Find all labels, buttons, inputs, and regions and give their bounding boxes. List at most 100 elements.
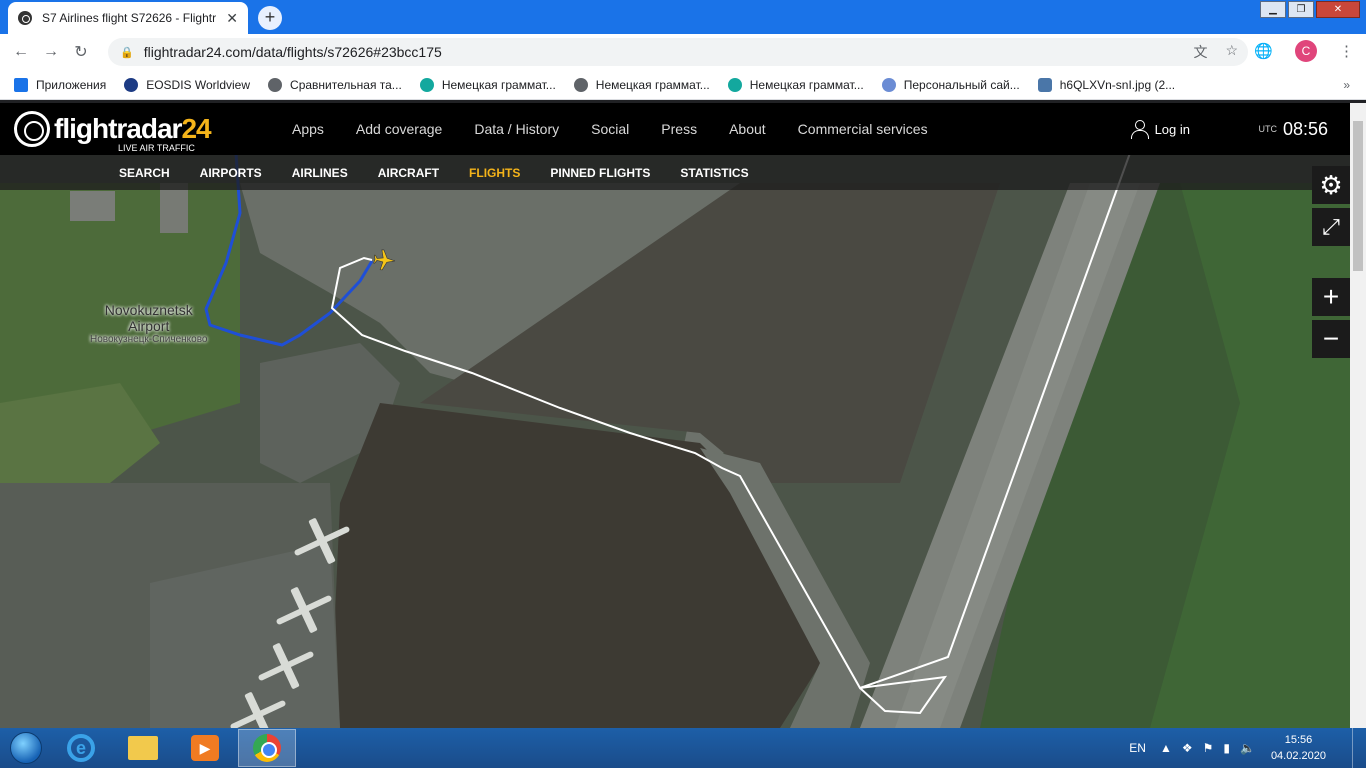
globe-icon: [268, 77, 283, 92]
address-bar[interactable]: 🔒 flightradar24.com/data/flights/s72626#…: [108, 38, 1248, 66]
bookmark-label: Немецкая граммат...: [595, 77, 710, 92]
url-text[interactable]: flightradar24.com/data/flights/s72626#23…: [144, 44, 442, 60]
tab-title: S7 Airlines flight S72626 - Flightr: [42, 11, 217, 25]
main-nav: Apps Add coverage Data / History Social …: [276, 103, 944, 155]
profile-avatar[interactable]: C: [1295, 40, 1317, 62]
translate-icon[interactable]: 文: [1193, 42, 1207, 62]
menu-icon[interactable]: ⋮: [1339, 42, 1354, 60]
subnav-aircraft[interactable]: AIRCRAFT: [378, 166, 439, 180]
internet-explorer-icon: e: [67, 734, 95, 762]
scrollbar-thumb[interactable]: [1353, 121, 1363, 271]
apps-grid-icon: [14, 77, 28, 92]
restore-button[interactable]: ❐: [1288, 1, 1314, 18]
bookmark-item[interactable]: Персональный сай...: [881, 77, 1020, 92]
fr24-logo[interactable]: flightradar24 LIVE AIR TRAFFIC: [14, 109, 212, 153]
fullscreen-icon[interactable]: ⤢: [1312, 208, 1350, 246]
utc-clock: UTC 08:56: [1258, 103, 1328, 155]
bookmark-label: Немецкая граммат...: [749, 77, 864, 92]
subnav-search[interactable]: SEARCH: [119, 166, 170, 180]
login-label: Log in: [1154, 121, 1190, 137]
shield-icon: [881, 77, 896, 92]
subnav-flights[interactable]: FLIGHTS: [469, 166, 520, 180]
language-indicator[interactable]: EN: [1129, 741, 1146, 755]
site-icon: [419, 77, 434, 92]
bookmark-label: Сравнительная та...: [290, 77, 402, 92]
bookmark-item[interactable]: Сравнительная та...: [268, 77, 402, 92]
nav-apps[interactable]: Apps: [292, 121, 324, 137]
globe-icon[interactable]: 🌐: [1254, 42, 1273, 60]
sub-nav: SEARCH AIRPORTS AIRLINES AIRCRAFT FLIGHT…: [0, 155, 1350, 190]
taskbar-media-player[interactable]: ▶: [176, 729, 234, 767]
page-scrollbar[interactable]: [1350, 103, 1366, 728]
bookmark-label: h6QLXVn-snI.jpg (2...: [1059, 77, 1176, 92]
nav-about[interactable]: About: [729, 121, 766, 137]
satellite-map[interactable]: [0, 103, 1350, 728]
site-icon: [727, 77, 742, 92]
nasa-icon: [124, 77, 139, 92]
forward-icon[interactable]: →: [36, 43, 66, 61]
bookmark-item[interactable]: h6QLXVn-snI.jpg (2...: [1037, 77, 1176, 92]
subnav-pinned-flights[interactable]: PINNED FLIGHTS: [550, 166, 650, 180]
bookmarks-more-icon[interactable]: »: [1343, 78, 1350, 92]
nav-data-history[interactable]: Data / History: [474, 121, 559, 137]
bookmark-item[interactable]: Немецкая граммат...: [419, 77, 556, 92]
login-button[interactable]: Log in: [1130, 103, 1190, 155]
logo-text: flightradar24: [54, 113, 212, 144]
airport-name-line1: Novokuznetsk: [104, 302, 193, 318]
taskbar-clock[interactable]: 15:56 04.02.2020: [1271, 732, 1326, 764]
reload-icon[interactable]: ↻: [66, 42, 96, 62]
dropbox-icon[interactable]: ❖: [1182, 741, 1193, 755]
bookmark-item[interactable]: Приложения: [14, 77, 107, 92]
back-icon[interactable]: ←: [6, 43, 36, 61]
bookmarks-bar: Приложения EOSDIS Worldview Сравнительна…: [0, 70, 1366, 100]
nav-commercial-services[interactable]: Commercial services: [798, 121, 928, 137]
user-icon: [1130, 120, 1149, 139]
taskbar-internet-explorer[interactable]: e: [52, 729, 110, 767]
zoom-in-button[interactable]: +: [1312, 278, 1350, 316]
bookmark-item[interactable]: Немецкая граммат...: [727, 77, 864, 92]
flightradar-favicon-icon: [18, 11, 32, 25]
logo-subtitle: LIVE AIR TRAFFIC: [118, 143, 195, 153]
bookmark-star-icon[interactable]: ☆: [1225, 42, 1238, 62]
globe-icon: [573, 77, 588, 92]
windows-taskbar: e ▶ EN ▲ ❖ ⚑ ▮ 🔈 15:56 04.02.2020: [0, 728, 1366, 768]
new-tab-button[interactable]: +: [258, 6, 282, 30]
bookmark-item[interactable]: EOSDIS Worldview: [124, 77, 251, 92]
taskbar-explorer[interactable]: [114, 729, 172, 767]
tab-close-icon[interactable]: ✕: [226, 10, 238, 27]
tab-strip: S7 Airlines flight S72626 - Flightr ✕ + …: [0, 0, 1366, 34]
flightradar-page: Novokuznetsk Airport Новокузнецк-Спиченк…: [0, 103, 1350, 728]
taskbar-chrome[interactable]: [238, 729, 296, 767]
airport-label[interactable]: Novokuznetsk Airport Новокузнецк-Спиченк…: [90, 302, 207, 345]
network-signal-icon[interactable]: ▮: [1223, 741, 1230, 755]
settings-gear-icon[interactable]: ⚙: [1312, 166, 1350, 204]
taskbar-date: 04.02.2020: [1270, 750, 1326, 762]
radar-logo-icon: [14, 111, 50, 147]
nav-press[interactable]: Press: [661, 121, 697, 137]
nav-social[interactable]: Social: [591, 121, 629, 137]
start-button[interactable]: [0, 728, 52, 768]
bookmark-label: EOSDIS Worldview: [146, 77, 251, 92]
subnav-statistics[interactable]: STATISTICS: [680, 166, 748, 180]
bookmark-label: Немецкая граммат...: [441, 77, 556, 92]
volume-icon[interactable]: 🔈: [1240, 741, 1255, 755]
nav-add-coverage[interactable]: Add coverage: [356, 121, 442, 137]
bookmark-label: Персональный сай...: [903, 77, 1020, 92]
lock-icon[interactable]: 🔒: [120, 46, 134, 59]
zoom-out-button[interactable]: −: [1312, 320, 1350, 358]
minimize-button[interactable]: ▁: [1260, 1, 1286, 18]
close-window-button[interactable]: ✕: [1316, 1, 1360, 18]
utc-label: UTC: [1258, 124, 1277, 134]
bookmark-item[interactable]: Немецкая граммат...: [573, 77, 710, 92]
tray-icons: ▲ ❖ ⚑ ▮ 🔈: [1160, 741, 1255, 755]
fr24-header: flightradar24 LIVE AIR TRAFFIC Apps Add …: [0, 103, 1350, 155]
action-center-icon[interactable]: ⚑: [1203, 741, 1214, 755]
subnav-airports[interactable]: AIRPORTS: [200, 166, 262, 180]
chrome-icon: [253, 734, 281, 762]
show-desktop-button[interactable]: [1352, 728, 1366, 768]
window-controls: ▁ ❐ ✕: [1260, 1, 1360, 18]
tray-expand-icon[interactable]: ▲: [1160, 741, 1172, 755]
browser-tab[interactable]: S7 Airlines flight S72626 - Flightr ✕: [8, 2, 248, 34]
bookmark-label: Приложения: [36, 77, 107, 92]
subnav-airlines[interactable]: AIRLINES: [292, 166, 348, 180]
